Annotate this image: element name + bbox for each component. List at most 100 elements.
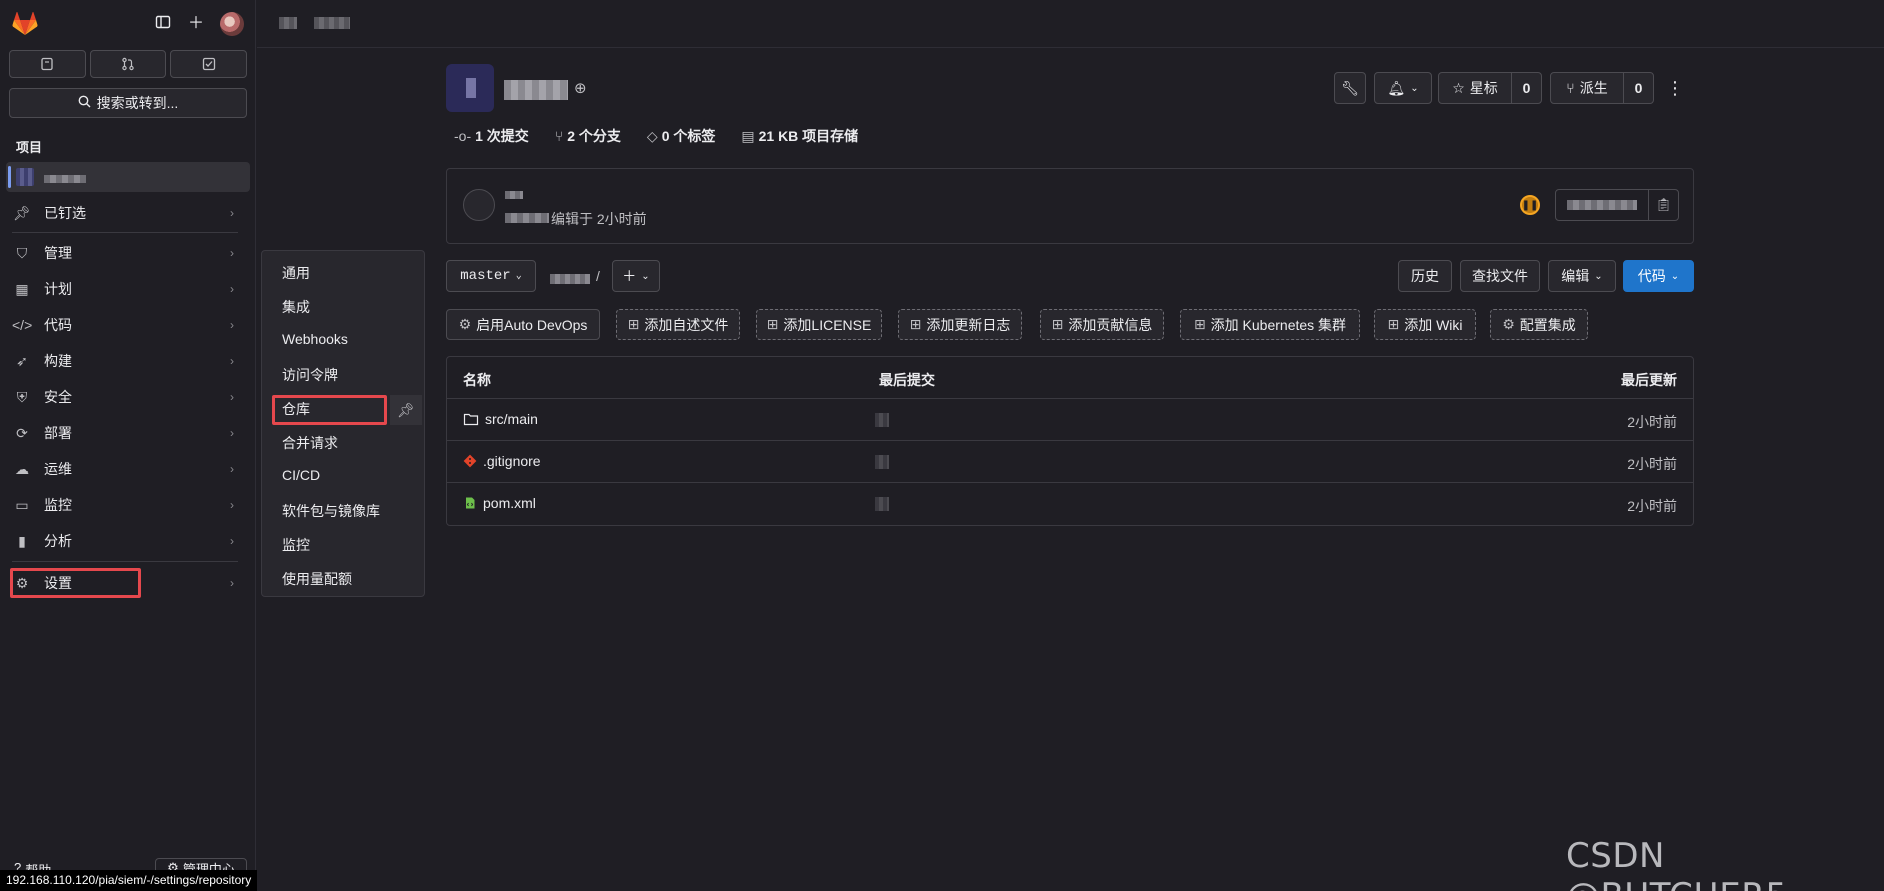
gitlab-logo-icon[interactable] [12, 12, 38, 36]
file-link[interactable]: .gitignore [463, 453, 541, 469]
star-button-group: ☆ 星标 0 [1438, 72, 1542, 104]
add-readme-button[interactable]: ⊞ 添加自述文件 [616, 309, 740, 340]
breadcrumb-group-redacted[interactable] [279, 17, 297, 29]
branches-link[interactable]: ⑂ 2 个分支 [555, 126, 621, 146]
issues-button[interactable] [9, 50, 86, 78]
branch-selector[interactable]: master ⌄ [446, 260, 536, 292]
code-icon: </> [12, 317, 33, 333]
sidebar-toggle-icon[interactable] [153, 14, 173, 34]
star-icon: ☆ [1452, 79, 1465, 96]
sidebar-item-build[interactable]: ➶ 构建 › [12, 346, 244, 376]
active-indicator [8, 166, 11, 188]
storage-link[interactable]: ▤ 21 KB 项目存储 [741, 126, 858, 146]
tag-icon: ◇ [646, 128, 658, 144]
flyout-item-usage-quotas[interactable]: 使用量配额 [282, 569, 352, 589]
sidebar-item-monitor[interactable]: ▭ 监控 › [12, 490, 244, 520]
sidebar-item-plan[interactable]: ▦ 计划 › [12, 274, 244, 304]
commits-count: 1 次提交 [475, 128, 529, 144]
flyout-item-cicd[interactable]: CI/CD [282, 467, 320, 483]
add-file-button[interactable]: ＋ ⌄ [612, 260, 660, 292]
fork-button-group: ⑂ 派生 0 [1550, 72, 1654, 104]
add-contributing-button[interactable]: ⊞ 添加贡献信息 [1040, 309, 1164, 340]
commits-link[interactable]: -o- 1 次提交 [454, 126, 529, 146]
configure-integrations-button[interactable]: ⚙ 配置集成 [1490, 309, 1588, 340]
add-kubernetes-cluster-button[interactable]: ⊞ 添加 Kubernetes 集群 [1180, 309, 1360, 340]
history-button[interactable]: 历史 [1398, 260, 1452, 292]
flyout-item-merge-requests[interactable]: 合并请求 [282, 433, 338, 453]
sidebar-item-pinned[interactable]: 📌︎ 已钉选 › [12, 198, 244, 228]
commit-author-avatar[interactable] [463, 189, 495, 221]
sidebar-item-manage[interactable]: ⛉ 管理 › [12, 238, 244, 268]
branch-name: master [460, 268, 511, 284]
commit-title-redacted[interactable] [505, 191, 523, 199]
flyout-item-general[interactable]: 通用 [282, 263, 310, 283]
star-count[interactable]: 0 [1511, 73, 1541, 103]
file-name: pom.xml [483, 495, 536, 511]
more-actions-icon[interactable]: ⋮ [1666, 79, 1684, 97]
todo-icon [202, 57, 215, 71]
file-time: 2小时前 [1627, 414, 1677, 430]
search-label: 搜索或转到... [96, 95, 179, 111]
commit-author-redacted[interactable] [505, 213, 549, 223]
file-link[interactable]: src/main [463, 411, 538, 427]
pipeline-status-icon[interactable]: ❚❚ [1520, 195, 1540, 215]
star-label: 星标 [1469, 80, 1498, 96]
add-wiki-button[interactable]: ⊞ 添加 Wiki [1374, 309, 1476, 340]
commit-message-redacted[interactable] [875, 497, 889, 511]
chevron-down-icon: ⌄ [1594, 270, 1603, 282]
flyout-item-monitor[interactable]: 监控 [282, 535, 310, 555]
enable-auto-devops-button[interactable]: ⚙ 启用Auto DevOps [446, 309, 600, 340]
flyout-item-integrations[interactable]: 集成 [282, 297, 310, 317]
repo-path-redacted[interactable] [550, 274, 590, 284]
chevron-right-icon: › [230, 354, 234, 368]
action-label: 添加 Wiki [1404, 316, 1463, 333]
flyout-item-webhooks[interactable]: Webhooks [282, 331, 348, 347]
sidebar-item-analyze[interactable]: ▮ 分析 › [12, 526, 244, 556]
plus-icon[interactable]: ＋ [186, 14, 206, 34]
notification-button[interactable]: 🔔︎ ⌄ [1374, 72, 1432, 104]
project-title-redacted [504, 80, 568, 100]
file-time: 2小时前 [1627, 456, 1677, 472]
sidebar-item-operate[interactable]: ☁︎ 运维 › [12, 454, 244, 484]
current-project-item[interactable] [6, 162, 250, 192]
code-dropdown-button[interactable]: 代码 ⌄ [1623, 260, 1694, 292]
edit-dropdown-button[interactable]: 编辑 ⌄ [1548, 260, 1616, 292]
search-button[interactable]: 搜索或转到... [9, 88, 247, 118]
breadcrumb-project-redacted[interactable] [314, 17, 350, 29]
tags-link[interactable]: ◇ 0 个标签 [647, 126, 715, 146]
user-avatar[interactable] [220, 12, 244, 36]
sidebar-item-label: 安全 [44, 389, 72, 405]
copy-sha-button[interactable]: 📋︎ [1648, 190, 1678, 220]
sidebar: ＋ 搜索或转到... 项目 📌︎ 已钉选 › ⛉ 管理 › ▦ 计划 › </>… [0, 0, 256, 891]
users-icon: ⛉ [16, 244, 28, 261]
sidebar-item-security[interactable]: ⛨ 安全 › [12, 382, 244, 412]
add-license-button[interactable]: ⊞ 添加LICENSE [756, 309, 882, 340]
commit-message-redacted[interactable] [875, 455, 889, 469]
gear-icon: ⚙ [1502, 316, 1515, 332]
pin-item-button[interactable]: 📌︎ [390, 395, 422, 425]
flyout-item-access-tokens[interactable]: 访问令牌 [282, 365, 338, 385]
find-file-button[interactable]: 查找文件 [1460, 260, 1540, 292]
wrench-icon: 🔧︎ [1341, 79, 1359, 96]
commit-message-redacted[interactable] [875, 413, 889, 427]
merge-requests-button[interactable] [89, 50, 167, 78]
fork-count[interactable]: 0 [1623, 73, 1653, 103]
file-link[interactable]: pom.xml [463, 495, 536, 511]
table-row[interactable]: src/main 2小时前 [447, 399, 1693, 441]
admin-wrench-button[interactable]: 🔧︎ [1334, 72, 1366, 104]
todo-button[interactable] [170, 50, 248, 78]
bell-icon: 🔔︎ [1387, 79, 1406, 96]
fork-button[interactable]: ⑂ 派生 [1551, 73, 1623, 103]
action-label: 启用Auto DevOps [476, 316, 588, 333]
header-name: 名称 [463, 372, 491, 388]
sidebar-item-label: 部署 [44, 425, 72, 441]
table-row[interactable]: pom.xml 2小时前 [447, 483, 1693, 525]
commit-sha-redacted[interactable] [1556, 190, 1648, 220]
sidebar-item-deploy[interactable]: ⟳ 部署 › [12, 418, 244, 448]
table-row[interactable]: .gitignore 2小时前 [447, 441, 1693, 483]
add-changelog-button[interactable]: ⊞ 添加更新日志 [898, 309, 1022, 340]
sidebar-item-code[interactable]: </> 代码 › [12, 310, 244, 340]
star-button[interactable]: ☆ 星标 [1439, 73, 1511, 103]
settings-flyout-menu: 通用 集成 Webhooks 访问令牌 仓库 合并请求 CI/CD 软件包与镜像… [261, 250, 425, 597]
flyout-item-packages[interactable]: 软件包与镜像库 [282, 501, 380, 521]
